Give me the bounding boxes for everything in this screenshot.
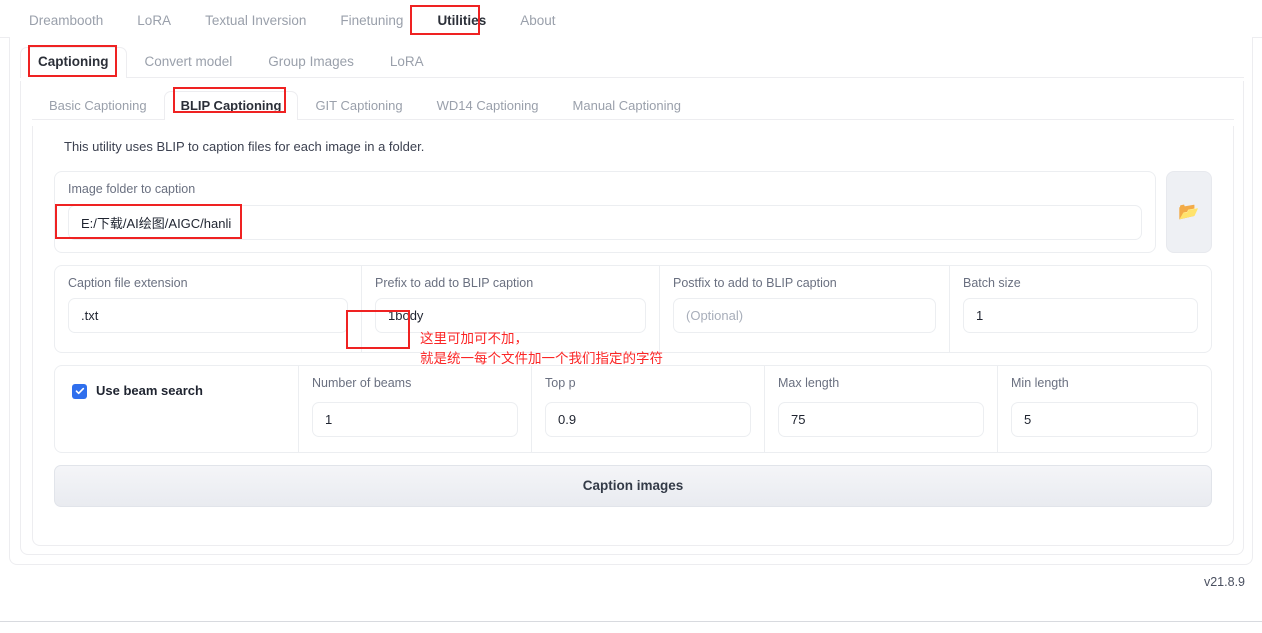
use-beam-search-row[interactable]: Use beam search (55, 366, 298, 452)
postfix-input[interactable]: (Optional) (673, 298, 936, 333)
top-p-label: Top p (545, 375, 576, 390)
utility-description: This utility uses BLIP to caption files … (64, 139, 425, 154)
number-of-beams-label: Number of beams (312, 375, 412, 390)
captioning-subtabs: Basic Captioning BLIP Captioning GIT Cap… (32, 90, 1234, 120)
top-p-input[interactable]: 0.9 (545, 402, 751, 437)
annotation-note-line2: 就是统一每个文件加一个我们指定的字符 (420, 350, 663, 367)
tab-group-images[interactable]: Group Images (250, 47, 372, 78)
topnav-item-utilities[interactable]: Utilities (420, 8, 503, 38)
tab-wd14-captioning[interactable]: WD14 Captioning (420, 91, 556, 120)
app-window: Dreambooth LoRA Textual Inversion Finetu… (0, 0, 1262, 633)
tab-blip-captioning[interactable]: BLIP Captioning (163, 91, 299, 120)
max-length-input[interactable]: 75 (778, 402, 984, 437)
annotation-note-line1: 这里可加可不加， (420, 331, 528, 347)
batch-size-field: Batch size 1 (949, 265, 1211, 352)
caption-images-button[interactable]: Caption images (54, 464, 1212, 507)
image-folder-row: Image folder to caption E:/下载/AI绘图/AIGC/… (54, 171, 1212, 253)
min-length-input[interactable]: 5 (1011, 402, 1198, 437)
utilities-subtabs: Captioning Convert model Group Images Lo… (20, 46, 1244, 78)
prefix-input[interactable]: 1body (375, 298, 646, 333)
use-beam-search-checkbox[interactable] (72, 383, 87, 399)
topnav-item-dreambooth[interactable]: Dreambooth (12, 8, 120, 38)
number-of-beams-input[interactable]: 1 (312, 402, 518, 437)
utilities-panel: Captioning Convert model Group Images Lo… (9, 37, 1253, 565)
annotation-note-text: 这里可加可不加， 就是统一每个文件加一个我们指定的字符 (420, 330, 663, 369)
min-length-label: Min length (1011, 375, 1069, 390)
caption-extension-label: Caption file extension (68, 275, 188, 290)
tab-captioning[interactable]: Captioning (20, 47, 127, 78)
image-folder-label: Image folder to caption (68, 182, 196, 196)
tab-convert-model[interactable]: Convert model (127, 47, 251, 78)
topnav-item-lora[interactable]: LoRA (120, 8, 188, 38)
beam-search-group: Use beam search Number of beams 1 Top p … (54, 364, 1212, 453)
batch-size-label: Batch size (963, 275, 1021, 290)
image-folder-input[interactable]: E:/下载/AI绘图/AIGC/hanli (68, 204, 1142, 240)
min-length-field: Min length 5 (997, 365, 1211, 452)
version-label: v21.8.9 (1203, 575, 1245, 589)
max-length-field: Max length 75 (764, 365, 997, 452)
postfix-label: Postfix to add to BLIP caption (673, 275, 837, 290)
caption-extension-input[interactable]: .txt (68, 298, 348, 333)
number-of-beams-field: Number of beams 1 (298, 365, 531, 452)
tab-basic-captioning[interactable]: Basic Captioning (32, 91, 164, 120)
top-p-field: Top p 0.9 (531, 365, 764, 452)
use-beam-search-label: Use beam search (96, 382, 203, 398)
top-navigation-tabs: Dreambooth LoRA Textual Inversion Finetu… (0, 0, 1262, 38)
image-folder-group: Image folder to caption E:/下载/AI绘图/AIGC/… (54, 171, 1156, 253)
caption-extension-field: Caption file extension .txt (55, 266, 361, 352)
open-folder-icon: 📂 (1178, 201, 1200, 221)
max-length-label: Max length (778, 375, 840, 390)
open-folder-button[interactable]: 📂 (1166, 171, 1212, 253)
batch-size-input[interactable]: 1 (963, 298, 1198, 333)
topnav-item-about[interactable]: About (503, 8, 572, 38)
tab-manual-captioning[interactable]: Manual Captioning (556, 91, 698, 120)
tab-git-captioning[interactable]: GIT Captioning (298, 91, 419, 120)
postfix-field: Postfix to add to BLIP caption (Optional… (659, 265, 949, 352)
tab-lora[interactable]: LoRA (372, 47, 442, 78)
captioning-panel: Basic Captioning BLIP Captioning GIT Cap… (20, 81, 1244, 555)
bottom-divider (0, 621, 1262, 622)
topnav-item-finetuning[interactable]: Finetuning (323, 8, 420, 38)
prefix-label: Prefix to add to BLIP caption (375, 275, 534, 290)
topnav-item-textual-inversion[interactable]: Textual Inversion (188, 8, 323, 38)
